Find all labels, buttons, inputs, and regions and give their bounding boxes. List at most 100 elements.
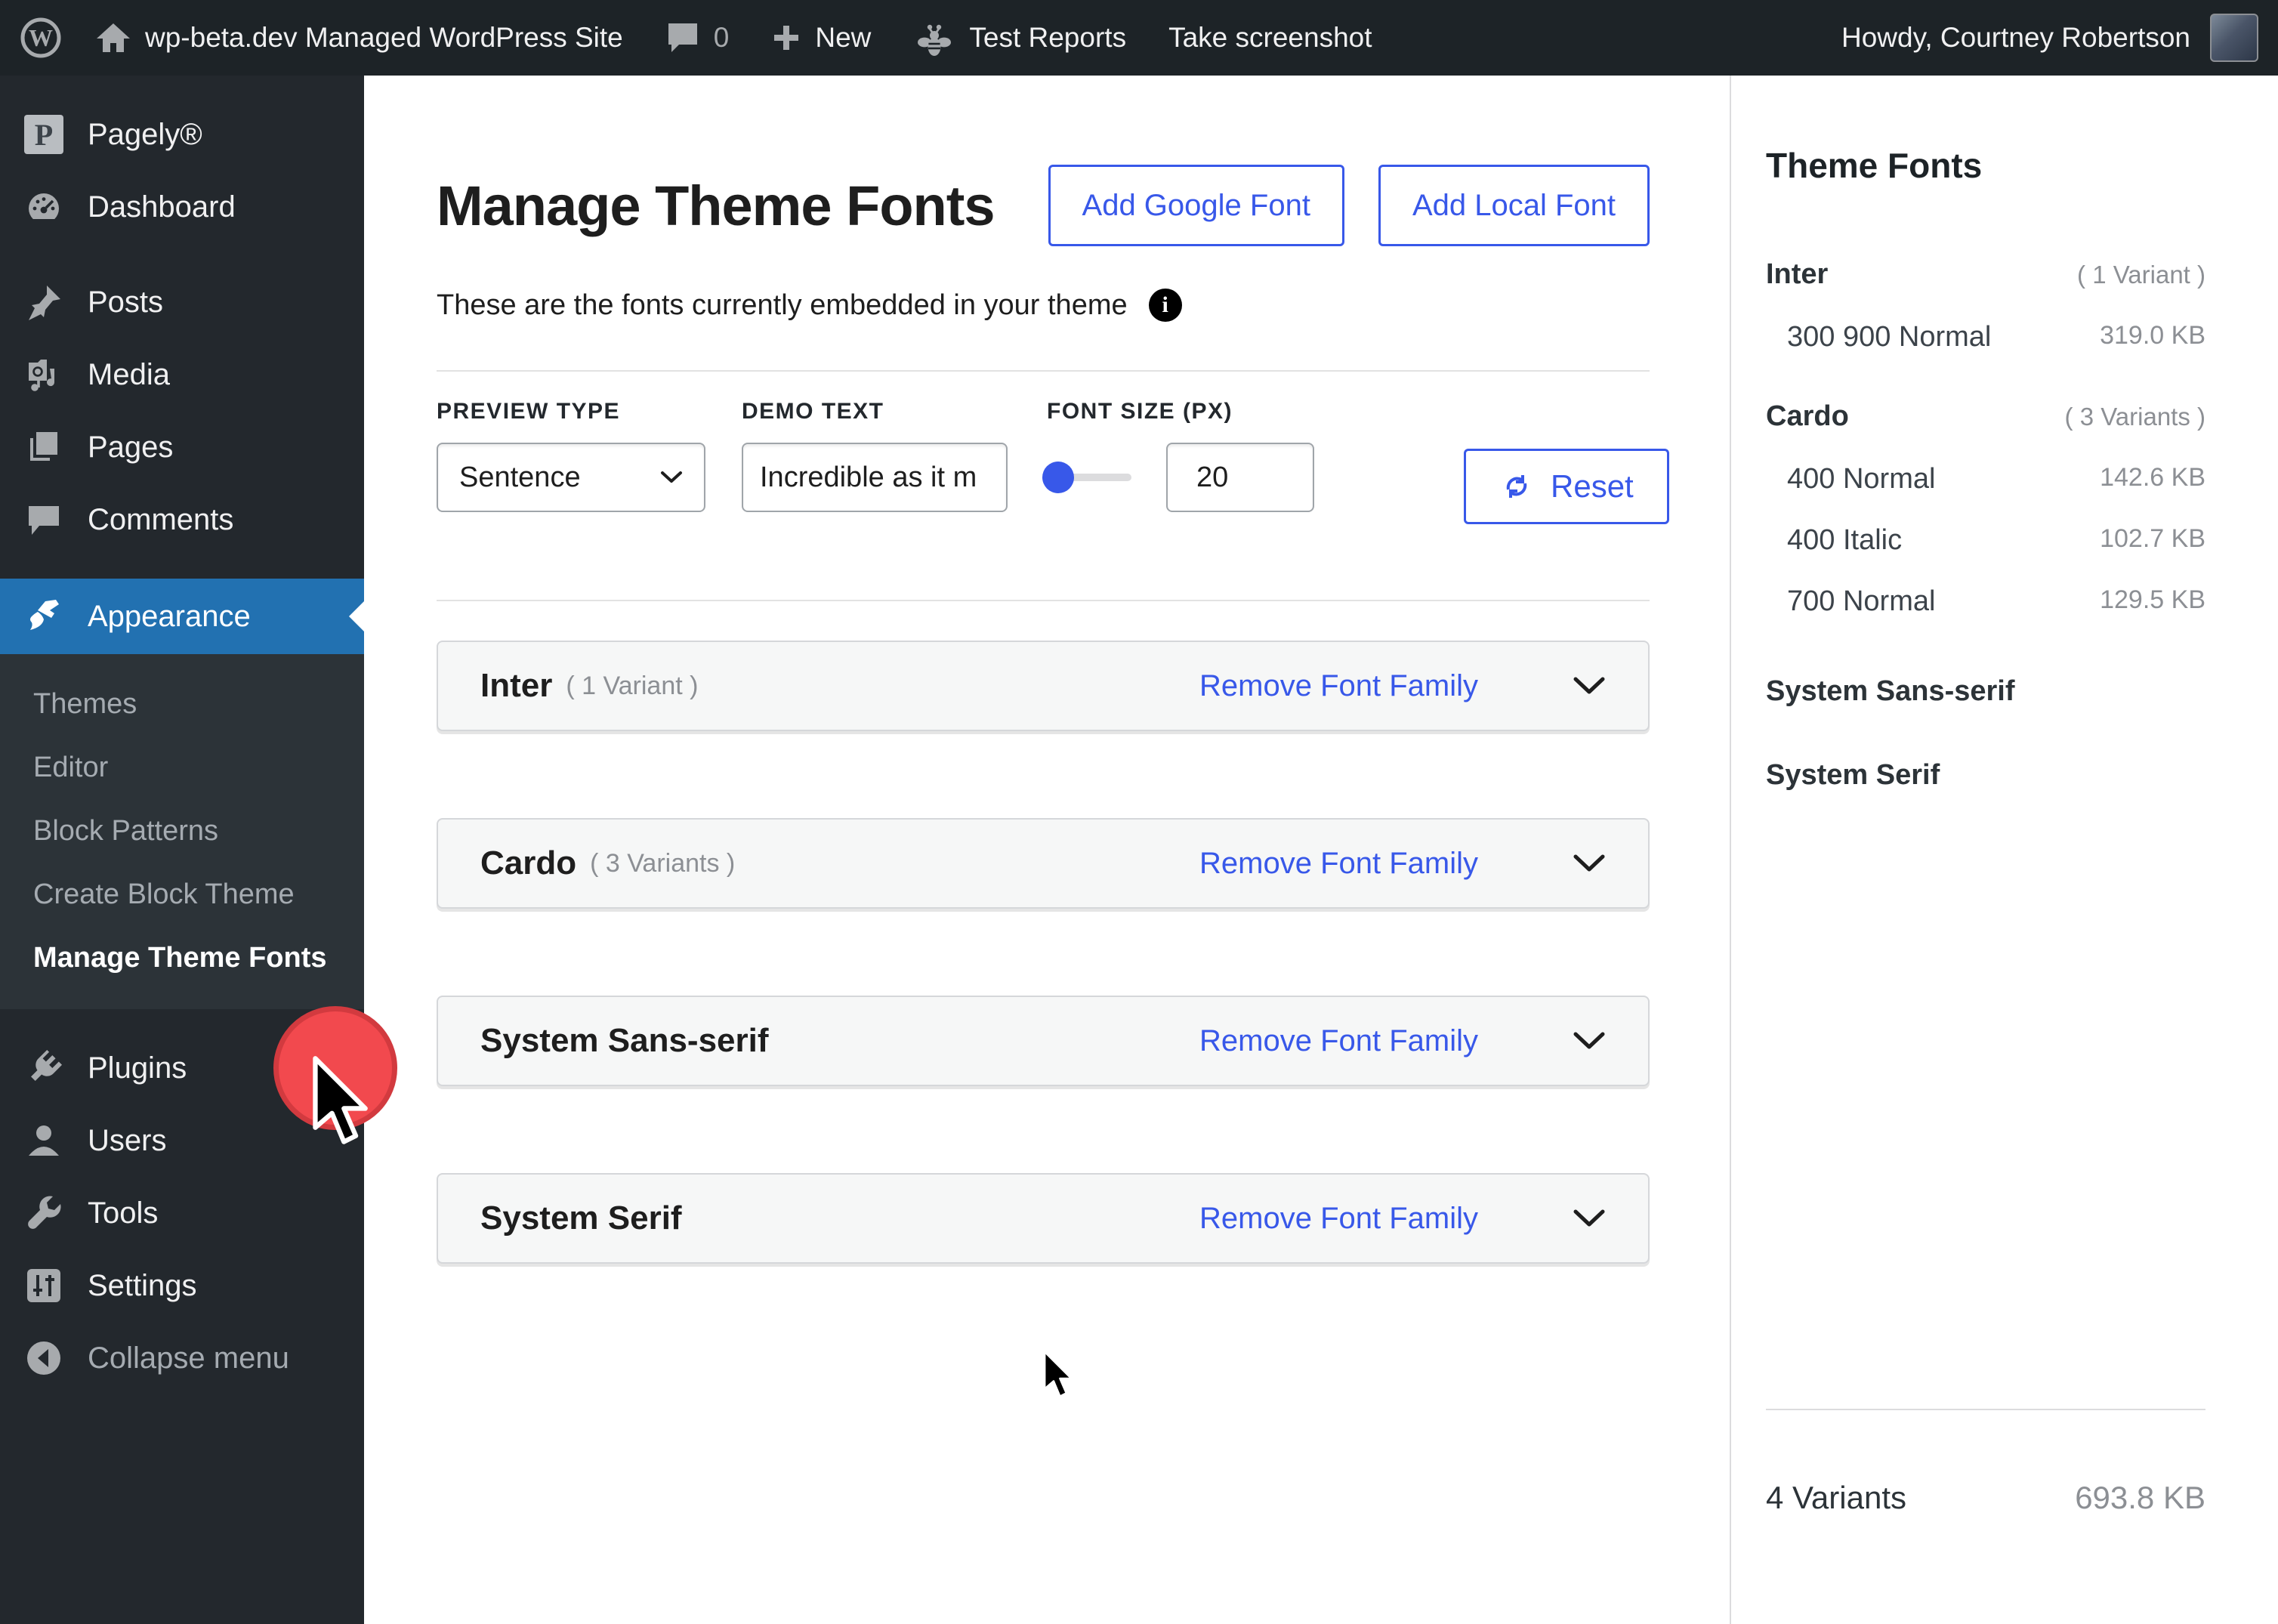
page-subtitle: These are the fonts currently embedded i… [437, 289, 1650, 322]
total-variants: 4 Variants [1766, 1480, 1906, 1515]
add-google-font-button[interactable]: Add Google Font [1048, 165, 1344, 246]
admin-bar-comments[interactable]: 0 [665, 20, 730, 55]
font-size-label: FONT SIZE (PX) [1047, 399, 1233, 424]
comments-count: 0 [713, 22, 730, 53]
wordpress-logo-icon[interactable]: W [20, 17, 62, 59]
site-name: wp-beta.dev Managed WordPress Site [145, 22, 623, 53]
menu-separator [0, 556, 364, 579]
sidebar-item-appearance[interactable]: Appearance [0, 579, 364, 654]
panel-variant-row: 400 Normal 142.6 KB [1787, 463, 2205, 495]
sidebar-item-media[interactable]: Media [0, 338, 364, 411]
sidebar-item-settings[interactable]: Settings [0, 1249, 364, 1322]
admin-bar-new[interactable]: New [771, 22, 871, 54]
tools-icon [23, 1193, 65, 1233]
comments-icon [23, 500, 65, 539]
sidebar-item-collapse-menu[interactable]: Collapse menu [0, 1322, 364, 1394]
panel-group-system-serif: System Serif [1766, 759, 1940, 791]
collapse-icon [23, 1338, 65, 1378]
cursor-icon [1041, 1351, 1074, 1399]
page-header: Manage Theme Fonts Add Google Font Add L… [437, 165, 1650, 246]
sidebar-item-comments[interactable]: Comments [0, 483, 364, 556]
take-screenshot-link[interactable]: Take screenshot [1168, 22, 1372, 54]
preview-type-label: PREVIEW TYPE [437, 399, 621, 424]
home-icon [95, 20, 131, 55]
media-icon [23, 355, 65, 394]
font-size-input[interactable] [1166, 443, 1314, 512]
users-icon [23, 1121, 65, 1160]
remove-font-family-link[interactable]: Remove Font Family [1199, 669, 1478, 703]
divider [437, 600, 1650, 601]
dashboard-icon [23, 187, 65, 227]
submenu-item-block-patterns[interactable]: Block Patterns [0, 799, 364, 863]
font-family-row-cardo: Cardo ( 3 Variants ) Remove Font Family [437, 818, 1650, 909]
divider [437, 370, 1650, 372]
howdy-link[interactable]: Howdy, Courtney Robertson [1841, 22, 2190, 54]
font-family-list: Inter ( 1 Variant ) Remove Font Family C… [437, 641, 1650, 1264]
submenu-item-themes[interactable]: Themes [0, 672, 364, 736]
panel-group-inter: Inter ( 1 Variant ) [1766, 258, 2205, 290]
wordpress-admin-screen: W wp-beta.dev Managed WordPress Site 0 N… [0, 0, 2278, 1624]
reset-button[interactable]: Reset [1464, 449, 1669, 524]
chevron-down-icon[interactable] [1573, 1209, 1606, 1228]
admin-bar-test-reports[interactable]: Test Reports [913, 17, 1126, 59]
font-size-control: FONT SIZE (PX) [1042, 399, 1314, 512]
pages-icon [23, 428, 65, 467]
chevron-down-icon [660, 471, 683, 484]
add-local-font-button[interactable]: Add Local Font [1378, 165, 1650, 246]
admin-sidebar: P Pagely® Dashboard Posts Media Pages Co… [0, 76, 364, 1624]
panel-group-cardo: Cardo ( 3 Variants ) [1766, 400, 2205, 432]
submenu-item-create-block-theme[interactable]: Create Block Theme [0, 863, 364, 926]
preview-type-select[interactable]: Sentence [437, 443, 705, 512]
info-icon[interactable]: i [1148, 289, 1182, 322]
divider [1766, 1409, 2205, 1410]
panel-variant-row: 400 Italic 102.7 KB [1787, 524, 2205, 556]
panel-variant-row: 700 Normal 129.5 KB [1787, 585, 2205, 617]
remove-font-family-link[interactable]: Remove Font Family [1199, 1202, 1478, 1236]
chevron-down-icon[interactable] [1573, 676, 1606, 696]
menu-separator [0, 243, 364, 266]
svg-text:W: W [29, 24, 53, 51]
cursor-icon [308, 1056, 370, 1147]
submenu-item-manage-theme-fonts[interactable]: Manage Theme Fonts [0, 926, 364, 990]
total-size: 693.8 KB [2075, 1480, 2205, 1515]
sidebar-item-pages[interactable]: Pages [0, 411, 364, 483]
site-link[interactable]: wp-beta.dev Managed WordPress Site [95, 20, 623, 55]
sidebar-item-dashboard[interactable]: Dashboard [0, 171, 364, 243]
demo-text-label: DEMO TEXT [742, 399, 884, 424]
sidebar-item-posts[interactable]: Posts [0, 266, 364, 338]
bee-icon [913, 17, 955, 59]
slider-knob[interactable] [1042, 462, 1074, 493]
sidebar-item-pagely[interactable]: P Pagely® [0, 98, 364, 171]
preview-controls: PREVIEW TYPE Sentence DEMO TEXT FONT SIZ… [437, 399, 1669, 545]
submenu-item-editor[interactable]: Editor [0, 736, 364, 799]
admin-bar-account: Howdy, Courtney Robertson [1841, 14, 2278, 62]
pagely-logo: P [23, 113, 65, 156]
settings-icon [23, 1266, 65, 1305]
admin-bar: W wp-beta.dev Managed WordPress Site 0 N… [0, 0, 2278, 76]
panel-group-system-sans: System Sans-serif [1766, 675, 2015, 707]
chevron-down-icon[interactable] [1573, 1031, 1606, 1051]
test-reports-label: Test Reports [969, 22, 1127, 53]
plugins-icon [23, 1048, 65, 1088]
avatar[interactable] [2210, 14, 2258, 62]
chevron-down-icon[interactable] [1573, 854, 1606, 873]
font-size-slider[interactable] [1042, 462, 1131, 493]
new-label: New [815, 22, 872, 53]
preview-type-value: Sentence [459, 461, 581, 493]
reset-icon [1499, 469, 1534, 504]
font-family-row-system-sans: System Sans-serif Remove Font Family [437, 996, 1650, 1086]
font-family-row-inter: Inter ( 1 Variant ) Remove Font Family [437, 641, 1650, 731]
panel-title: Theme Fonts [1766, 146, 1983, 185]
appearance-icon [23, 597, 65, 636]
remove-font-family-link[interactable]: Remove Font Family [1199, 1024, 1478, 1058]
svg-text:P: P [35, 118, 53, 152]
posts-icon [23, 283, 65, 322]
font-family-row-system-serif: System Serif Remove Font Family [437, 1173, 1650, 1264]
remove-font-family-link[interactable]: Remove Font Family [1199, 847, 1478, 881]
preview-type-control: PREVIEW TYPE Sentence [437, 399, 705, 512]
comments-bubble-icon [665, 20, 700, 55]
theme-fonts-panel: Theme Fonts Inter ( 1 Variant ) 300 900 … [1730, 76, 2278, 1624]
demo-text-input[interactable] [742, 443, 1008, 512]
sidebar-item-tools[interactable]: Tools [0, 1177, 364, 1249]
plus-icon [771, 23, 801, 53]
